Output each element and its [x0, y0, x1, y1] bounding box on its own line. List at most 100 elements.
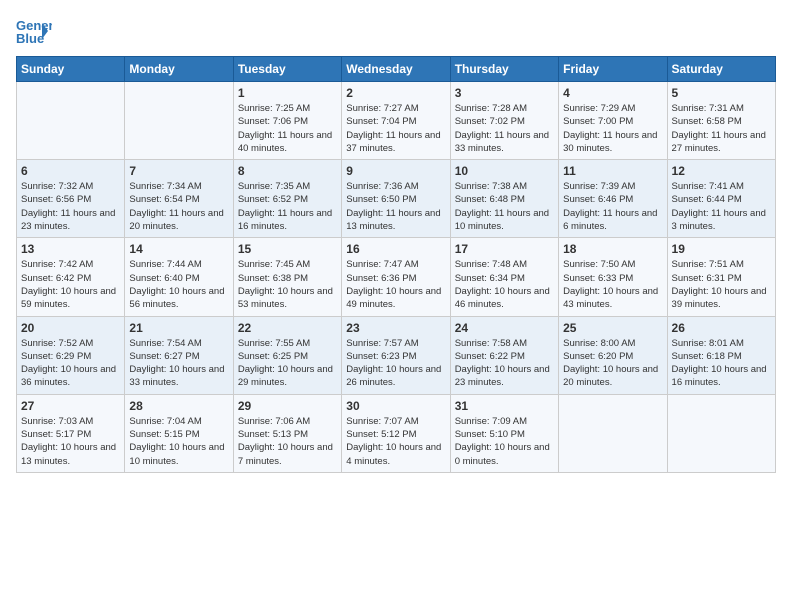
calendar-week-row: 27 Sunrise: 7:03 AM Sunset: 5:17 PM Dayli… [17, 394, 776, 472]
calendar-cell: 25 Sunrise: 8:00 AM Sunset: 6:20 PM Dayli… [559, 316, 667, 394]
calendar-cell: 30 Sunrise: 7:07 AM Sunset: 5:12 PM Dayli… [342, 394, 450, 472]
day-detail: Sunrise: 7:09 AM Sunset: 5:10 PM Dayligh… [455, 415, 554, 468]
page-header: General Blue [16, 16, 776, 46]
day-number: 3 [455, 86, 554, 100]
calendar-week-row: 20Sunrise: 7:52 AM Sunset: 6:29 PM Dayli… [17, 316, 776, 394]
calendar-cell: 1 Sunrise: 7:25 AM Sunset: 7:06 PM Daylig… [233, 82, 341, 160]
day-number: 30 [346, 399, 445, 413]
day-detail: Sunrise: 7:31 AM Sunset: 6:58 PM Dayligh… [672, 102, 771, 155]
weekday-header: Thursday [450, 57, 558, 82]
day-detail: Sunrise: 7:25 AM Sunset: 7:06 PM Dayligh… [238, 102, 337, 155]
day-detail: Sunrise: 7:48 AM Sunset: 6:34 PM Dayligh… [455, 258, 554, 311]
calendar-cell: 11Sunrise: 7:39 AM Sunset: 6:46 PM Dayli… [559, 160, 667, 238]
day-number: 8 [238, 164, 337, 178]
day-detail: Sunrise: 7:42 AM Sunset: 6:42 PM Dayligh… [21, 258, 120, 311]
day-detail: Sunrise: 7:47 AM Sunset: 6:36 PM Dayligh… [346, 258, 445, 311]
day-number: 12 [672, 164, 771, 178]
day-number: 17 [455, 242, 554, 256]
calendar-cell [559, 394, 667, 472]
day-number: 21 [129, 321, 228, 335]
day-number: 31 [455, 399, 554, 413]
weekday-header: Saturday [667, 57, 775, 82]
calendar-cell: 31 Sunrise: 7:09 AM Sunset: 5:10 PM Dayli… [450, 394, 558, 472]
day-number: 5 [672, 86, 771, 100]
day-number: 27 [21, 399, 120, 413]
day-number: 7 [129, 164, 228, 178]
day-number: 23 [346, 321, 445, 335]
day-detail: Sunrise: 7:35 AM Sunset: 6:52 PM Dayligh… [238, 180, 337, 233]
calendar-cell: 12 Sunrise: 7:41 AM Sunset: 6:44 PM Dayli… [667, 160, 775, 238]
calendar-cell: 10 Sunrise: 7:38 AM Sunset: 6:48 PM Dayli… [450, 160, 558, 238]
calendar-cell [17, 82, 125, 160]
calendar-cell [125, 82, 233, 160]
day-number: 9 [346, 164, 445, 178]
calendar-cell: 22 Sunrise: 7:55 AM Sunset: 6:25 PM Dayli… [233, 316, 341, 394]
day-detail: Sunrise: 7:32 AM Sunset: 6:56 PM Dayligh… [21, 180, 120, 233]
day-number: 2 [346, 86, 445, 100]
calendar-cell: 16 Sunrise: 7:47 AM Sunset: 6:36 PM Dayli… [342, 238, 450, 316]
weekday-header: Wednesday [342, 57, 450, 82]
day-detail: Sunrise: 7:36 AM Sunset: 6:50 PM Dayligh… [346, 180, 445, 233]
calendar-cell: 9 Sunrise: 7:36 AM Sunset: 6:50 PM Daylig… [342, 160, 450, 238]
day-detail: Sunrise: 7:06 AM Sunset: 5:13 PM Dayligh… [238, 415, 337, 468]
calendar-cell: 15 Sunrise: 7:45 AM Sunset: 6:38 PM Dayli… [233, 238, 341, 316]
calendar-cell: 2 Sunrise: 7:27 AM Sunset: 7:04 PM Daylig… [342, 82, 450, 160]
day-number: 20 [21, 321, 120, 335]
calendar-cell [667, 394, 775, 472]
day-detail: Sunrise: 7:34 AM Sunset: 6:54 PM Dayligh… [129, 180, 228, 233]
day-number: 22 [238, 321, 337, 335]
day-number: 15 [238, 242, 337, 256]
calendar-week-row: 6 Sunrise: 7:32 AM Sunset: 6:56 PM Daylig… [17, 160, 776, 238]
logo-icon: General Blue [16, 16, 52, 46]
day-detail: Sunrise: 8:00 AM Sunset: 6:20 PM Dayligh… [563, 337, 662, 390]
day-detail: Sunrise: 7:03 AM Sunset: 5:17 PM Dayligh… [21, 415, 120, 468]
calendar-cell: 20Sunrise: 7:52 AM Sunset: 6:29 PM Dayli… [17, 316, 125, 394]
day-detail: Sunrise: 7:45 AM Sunset: 6:38 PM Dayligh… [238, 258, 337, 311]
day-number: 10 [455, 164, 554, 178]
day-number: 14 [129, 242, 228, 256]
weekday-header: Tuesday [233, 57, 341, 82]
day-number: 18 [563, 242, 662, 256]
day-number: 13 [21, 242, 120, 256]
day-detail: Sunrise: 7:38 AM Sunset: 6:48 PM Dayligh… [455, 180, 554, 233]
calendar-cell: 7 Sunrise: 7:34 AM Sunset: 6:54 PM Daylig… [125, 160, 233, 238]
calendar-cell: 3Sunrise: 7:28 AM Sunset: 7:02 PM Daylig… [450, 82, 558, 160]
calendar-cell: 26 Sunrise: 8:01 AM Sunset: 6:18 PM Dayli… [667, 316, 775, 394]
logo: General Blue [16, 16, 60, 46]
day-detail: Sunrise: 7:07 AM Sunset: 5:12 PM Dayligh… [346, 415, 445, 468]
calendar-cell: 5 Sunrise: 7:31 AM Sunset: 6:58 PM Daylig… [667, 82, 775, 160]
calendar-cell: 24 Sunrise: 7:58 AM Sunset: 6:22 PM Dayli… [450, 316, 558, 394]
calendar-cell: 23 Sunrise: 7:57 AM Sunset: 6:23 PM Dayli… [342, 316, 450, 394]
calendar-cell: 4 Sunrise: 7:29 AM Sunset: 7:00 PM Daylig… [559, 82, 667, 160]
calendar-cell: 17 Sunrise: 7:48 AM Sunset: 6:34 PM Dayli… [450, 238, 558, 316]
calendar-cell: 27 Sunrise: 7:03 AM Sunset: 5:17 PM Dayli… [17, 394, 125, 472]
calendar-cell: 18 Sunrise: 7:50 AM Sunset: 6:33 PM Dayli… [559, 238, 667, 316]
weekday-header: Sunday [17, 57, 125, 82]
day-detail: Sunrise: 7:55 AM Sunset: 6:25 PM Dayligh… [238, 337, 337, 390]
day-number: 28 [129, 399, 228, 413]
day-detail: Sunrise: 7:57 AM Sunset: 6:23 PM Dayligh… [346, 337, 445, 390]
day-detail: Sunrise: 7:41 AM Sunset: 6:44 PM Dayligh… [672, 180, 771, 233]
day-detail: Sunrise: 7:44 AM Sunset: 6:40 PM Dayligh… [129, 258, 228, 311]
day-number: 6 [21, 164, 120, 178]
day-number: 26 [672, 321, 771, 335]
day-number: 1 [238, 86, 337, 100]
day-number: 25 [563, 321, 662, 335]
day-detail: Sunrise: 7:29 AM Sunset: 7:00 PM Dayligh… [563, 102, 662, 155]
day-detail: Sunrise: 7:39 AM Sunset: 6:46 PM Dayligh… [563, 180, 662, 233]
day-detail: Sunrise: 7:50 AM Sunset: 6:33 PM Dayligh… [563, 258, 662, 311]
day-number: 4 [563, 86, 662, 100]
svg-text:Blue: Blue [16, 31, 44, 46]
calendar-cell: 19Sunrise: 7:51 AM Sunset: 6:31 PM Dayli… [667, 238, 775, 316]
calendar-table: SundayMondayTuesdayWednesdayThursdayFrid… [16, 56, 776, 473]
calendar-cell: 28 Sunrise: 7:04 AM Sunset: 5:15 PM Dayli… [125, 394, 233, 472]
calendar-cell: 13 Sunrise: 7:42 AM Sunset: 6:42 PM Dayli… [17, 238, 125, 316]
calendar-cell: 29Sunrise: 7:06 AM Sunset: 5:13 PM Dayli… [233, 394, 341, 472]
day-number: 16 [346, 242, 445, 256]
day-detail: Sunrise: 7:58 AM Sunset: 6:22 PM Dayligh… [455, 337, 554, 390]
day-number: 24 [455, 321, 554, 335]
day-detail: Sunrise: 8:01 AM Sunset: 6:18 PM Dayligh… [672, 337, 771, 390]
calendar-cell: 14 Sunrise: 7:44 AM Sunset: 6:40 PM Dayli… [125, 238, 233, 316]
day-detail: Sunrise: 7:27 AM Sunset: 7:04 PM Dayligh… [346, 102, 445, 155]
day-detail: Sunrise: 7:04 AM Sunset: 5:15 PM Dayligh… [129, 415, 228, 468]
